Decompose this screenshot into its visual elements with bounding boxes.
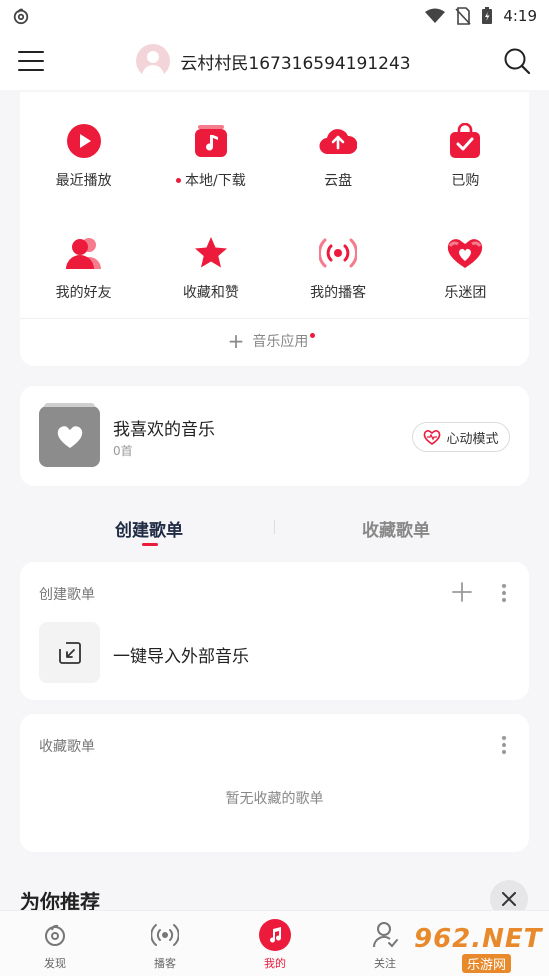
close-icon [502,892,516,906]
grid-label: 收藏和赞 [182,285,239,301]
watermark-logo: 962.NET 乐游网 [414,920,544,973]
grid-item-local-download[interactable]: 本地/下载 [147,122,274,190]
username[interactable]: 云村村民167316594191243 [180,49,410,74]
battery-icon [482,7,493,24]
section-title: 创建歌单 [39,587,95,603]
heart-fan-icon [446,234,484,272]
created-playlists-card: 创建歌单 一键导入外部音乐 [20,562,529,700]
favorite-count: 0首 [113,444,133,458]
quick-grid-row-1: 最近播放 本地/下载 云盘 已购 [20,122,529,190]
grid-label: 我的好友 [55,285,112,301]
status-bar: 4:19 [0,0,549,32]
tab-indicator [142,543,158,546]
new-dot [310,332,316,338]
import-external-music[interactable]: 一键导入外部音乐 [113,642,249,667]
search-icon[interactable] [503,47,531,75]
nav-label: 播客 [154,957,176,970]
music-note-icon [259,919,291,951]
grid-item-fan-club[interactable]: 乐迷团 [402,234,529,302]
follow-user-icon [369,919,401,951]
tab-created-playlists[interactable]: 创建歌单 [115,516,183,541]
heart-mode-button[interactable]: 心动模式 [412,422,510,452]
heart-icon [57,425,82,448]
broadcast-icon [319,234,358,272]
heart-mode-icon [424,430,441,445]
nav-label: 我的 [264,957,286,970]
play-circle-icon [65,122,103,160]
watermark-text: 962.NET [414,924,543,954]
music-app-label: 音乐应用 [252,334,309,350]
nav-label: 发现 [44,957,66,970]
grid-label: 乐迷团 [444,285,487,301]
wifi-icon [425,8,446,23]
grid-item-cloud-drive[interactable]: 云盘 [275,122,402,190]
watermark-sub: 乐游网 [462,954,512,973]
favorite-title[interactable]: 我喜欢的音乐 [113,415,215,440]
header: 云村村民167316594191243 [0,32,549,90]
nav-discover[interactable]: 发现 [20,919,90,971]
netease-logo-icon [39,919,71,951]
grid-item-my-podcast[interactable]: 我的播客 [275,234,402,302]
user-profile[interactable]: 云村村民167316594191243 [136,44,411,78]
more-icon[interactable] [498,734,510,756]
friends-icon [65,234,103,272]
netease-cloud-icon [13,8,29,25]
favorite-music-card[interactable]: 我喜欢的音乐 0首 心动模式 [20,386,529,486]
podcast-icon [149,919,181,951]
no-sim-icon [455,7,471,25]
nav-mine[interactable]: 我的 [240,919,310,971]
plus-icon: + [227,329,245,353]
grid-label: 我的播客 [310,285,367,301]
status-time: 4:19 [503,7,537,25]
grid-item-my-friends[interactable]: 我的好友 [20,234,147,302]
cloud-upload-icon [319,122,358,160]
grid-label: 已购 [451,173,480,189]
music-app-button[interactable]: + 音乐应用 [20,326,529,356]
more-icon[interactable] [498,582,510,604]
shopping-bag-check-icon [446,122,484,160]
grid-label: 最近播放 [55,173,112,189]
playlist-tabs: 创建歌单 收藏歌单 [20,506,529,550]
new-dot [176,177,182,183]
tab-separator [274,520,275,534]
star-icon [192,234,230,272]
add-icon[interactable] [450,580,474,604]
import-icon [58,641,81,664]
favorite-cover[interactable] [39,403,100,467]
divider [20,318,529,319]
grid-label: 云盘 [324,173,353,189]
grid-item-recent-play[interactable]: 最近播放 [20,122,147,190]
import-thumb[interactable] [39,622,100,683]
tab-collected-playlists[interactable]: 收藏歌单 [362,516,430,541]
collected-playlists-card: 收藏歌单 暂无收藏的歌单 [20,714,529,852]
quick-access-card: 最近播放 本地/下载 云盘 已购 我的好友 收藏和赞 我的播客 乐迷团 + 音乐… [20,92,529,366]
grid-item-purchased[interactable]: 已购 [402,122,529,190]
avatar[interactable] [136,44,171,78]
hamburger-icon[interactable] [18,51,44,71]
quick-grid-row-2: 我的好友 收藏和赞 我的播客 乐迷团 [20,234,529,302]
nav-podcast[interactable]: 播客 [130,919,200,971]
nav-label: 关注 [374,957,396,970]
empty-state-text: 暂无收藏的歌单 [225,791,324,807]
grid-item-favorites-likes[interactable]: 收藏和赞 [147,234,274,302]
grid-label: 本地/下载 [185,173,246,189]
heart-mode-label: 心动模式 [446,431,499,447]
music-note-box-icon [192,122,230,160]
section-title: 收藏歌单 [39,739,95,755]
nav-follow[interactable]: 关注 [350,919,420,971]
